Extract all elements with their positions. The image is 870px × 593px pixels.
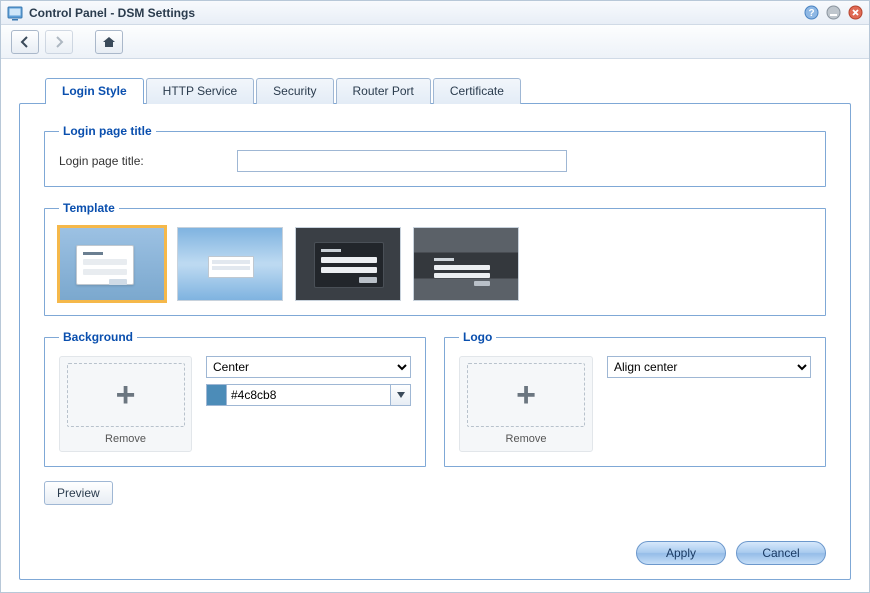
background-upload[interactable]: + bbox=[67, 363, 185, 427]
logo-align-select[interactable]: Align center bbox=[607, 356, 811, 378]
minimize-icon[interactable] bbox=[825, 5, 841, 21]
login-title-legend: Login page title bbox=[59, 124, 156, 138]
background-color-input[interactable] bbox=[226, 384, 391, 406]
login-title-label: Login page title: bbox=[59, 154, 227, 168]
template-options bbox=[59, 227, 811, 301]
background-legend: Background bbox=[59, 330, 137, 344]
home-button[interactable] bbox=[95, 30, 123, 54]
logo-legend: Logo bbox=[459, 330, 496, 344]
window-title: Control Panel - DSM Settings bbox=[29, 6, 195, 20]
background-color-dropdown[interactable] bbox=[391, 384, 411, 406]
cancel-button[interactable]: Cancel bbox=[736, 541, 826, 565]
close-icon[interactable] bbox=[847, 5, 863, 21]
template-option-3[interactable] bbox=[295, 227, 401, 301]
template-option-1[interactable] bbox=[59, 227, 165, 301]
tab-certificate[interactable]: Certificate bbox=[433, 78, 521, 104]
background-position-select[interactable]: Center bbox=[206, 356, 411, 378]
window: Control Panel - DSM Settings ? Login Sty… bbox=[0, 0, 870, 593]
logo-panel: Logo + Remove Align center bbox=[444, 330, 826, 467]
logo-upload[interactable]: + bbox=[467, 363, 585, 427]
background-color-swatch[interactable] bbox=[206, 384, 226, 406]
background-panel: Background + Remove Center bbox=[44, 330, 426, 467]
login-title-panel: Login page title Login page title: bbox=[44, 124, 826, 187]
tab-security[interactable]: Security bbox=[256, 78, 333, 104]
titlebar: Control Panel - DSM Settings ? bbox=[1, 1, 869, 25]
template-option-2[interactable] bbox=[177, 227, 283, 301]
forward-button[interactable] bbox=[45, 30, 73, 54]
plus-icon: + bbox=[116, 378, 136, 412]
tab-router-port[interactable]: Router Port bbox=[336, 78, 431, 104]
help-icon[interactable]: ? bbox=[803, 5, 819, 21]
tab-strip: Login Style HTTP Service Security Router… bbox=[45, 77, 851, 103]
tab-login-style[interactable]: Login Style bbox=[45, 78, 144, 104]
preview-button[interactable]: Preview bbox=[44, 481, 113, 505]
toolbar bbox=[1, 25, 869, 59]
content: Login Style HTTP Service Security Router… bbox=[1, 59, 869, 592]
tab-page: Login page title Login page title: Templ… bbox=[19, 103, 851, 580]
plus-icon: + bbox=[516, 378, 536, 412]
back-button[interactable] bbox=[11, 30, 39, 54]
logo-upload-box: + Remove bbox=[459, 356, 593, 452]
logo-remove[interactable]: Remove bbox=[506, 433, 547, 445]
template-panel: Template bbox=[44, 201, 826, 316]
login-title-input[interactable] bbox=[237, 150, 567, 172]
background-color-field bbox=[206, 384, 411, 406]
app-icon bbox=[7, 5, 23, 21]
template-legend: Template bbox=[59, 201, 119, 215]
background-upload-box: + Remove bbox=[59, 356, 192, 452]
background-remove[interactable]: Remove bbox=[105, 433, 146, 445]
template-option-4[interactable] bbox=[413, 227, 519, 301]
tab-http-service[interactable]: HTTP Service bbox=[146, 78, 254, 104]
footer-buttons: Apply Cancel bbox=[44, 533, 826, 565]
apply-button[interactable]: Apply bbox=[636, 541, 726, 565]
svg-text:?: ? bbox=[808, 8, 814, 19]
